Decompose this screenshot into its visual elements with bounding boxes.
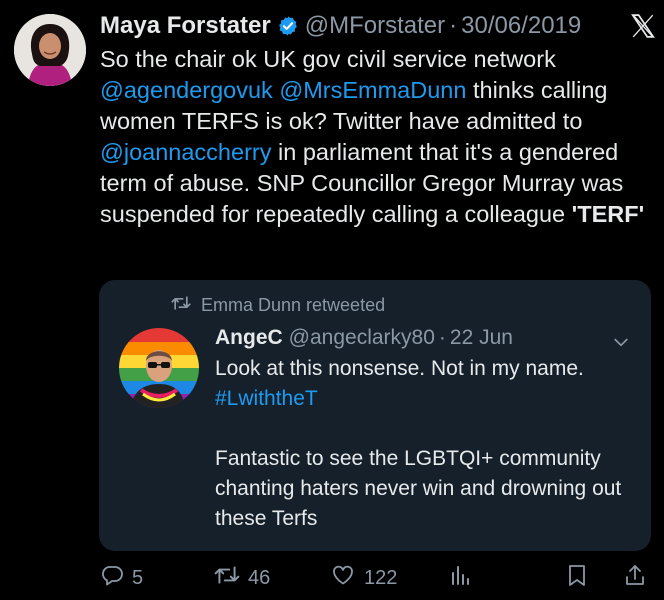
- quoted-date[interactable]: 22 Jun: [450, 326, 513, 350]
- tweet-date[interactable]: 30/06/2019: [461, 12, 581, 40]
- tweet-text-bold: 'TERF': [571, 201, 645, 227]
- action-bar: 5 46 122: [100, 563, 656, 595]
- quoted-tweet-card[interactable]: Emma Dunn retweeted AngeC @angeclarky80 …: [99, 280, 651, 551]
- retweeted-by-text[interactable]: Emma Dunn retweeted: [201, 295, 385, 316]
- author-handle[interactable]: @MForstater: [305, 12, 445, 40]
- separator-dot: ·: [449, 12, 458, 39]
- author-name[interactable]: Maya Forstater: [100, 12, 271, 40]
- mention-link[interactable]: @MrsEmmaDunn: [279, 77, 466, 103]
- tweet-text-part: So the chair ok UK gov civil service net…: [100, 46, 556, 72]
- retweet-button[interactable]: 46: [214, 563, 270, 593]
- quoted-author-handle[interactable]: @angeclarky80: [289, 326, 435, 350]
- mention-link[interactable]: @joannaccherry: [100, 139, 271, 165]
- views-button[interactable]: [450, 563, 472, 593]
- bookmark-button[interactable]: [566, 563, 588, 593]
- reply-button[interactable]: 5: [100, 563, 143, 593]
- bookmark-icon: [566, 563, 588, 593]
- hashtag-link[interactable]: #LwiththeT: [215, 384, 640, 414]
- retweet-icon: [214, 563, 240, 593]
- like-icon: [330, 563, 356, 593]
- tweet-text: So the chair ok UK gov civil service net…: [100, 44, 655, 230]
- quoted-author-avatar[interactable]: [119, 328, 199, 408]
- retweet-count: 46: [248, 566, 271, 589]
- separator-dot: ·: [438, 326, 446, 349]
- quoted-text-paragraph: Fantastic to see the LGBTQI+ community c…: [215, 447, 622, 530]
- tweet-header: Maya Forstater @MForstater · 30/06/2019: [100, 10, 656, 42]
- share-icon: [624, 563, 646, 593]
- retweeted-by-line: Emma Dunn retweeted: [171, 294, 385, 317]
- like-button[interactable]: 122: [330, 563, 397, 593]
- reply-count: 5: [132, 566, 144, 589]
- quoted-text: Look at this nonsense. Not in my name. #…: [215, 354, 640, 534]
- share-button[interactable]: [624, 563, 646, 593]
- author-avatar[interactable]: [14, 14, 86, 86]
- quoted-author-name[interactable]: AngeC: [215, 326, 283, 350]
- like-count: 122: [364, 566, 398, 589]
- views-icon: [450, 563, 472, 593]
- retweet-icon: [171, 294, 191, 317]
- quoted-text-line: Look at this nonsense. Not in my name.: [215, 357, 584, 380]
- x-logo-icon[interactable]: [630, 13, 656, 39]
- verified-badge-icon: [277, 15, 299, 37]
- quoted-header: AngeC @angeclarky80 · 22 Jun: [215, 326, 513, 350]
- mention-link[interactable]: @agendergovuk: [100, 77, 273, 103]
- reply-icon: [100, 563, 124, 593]
